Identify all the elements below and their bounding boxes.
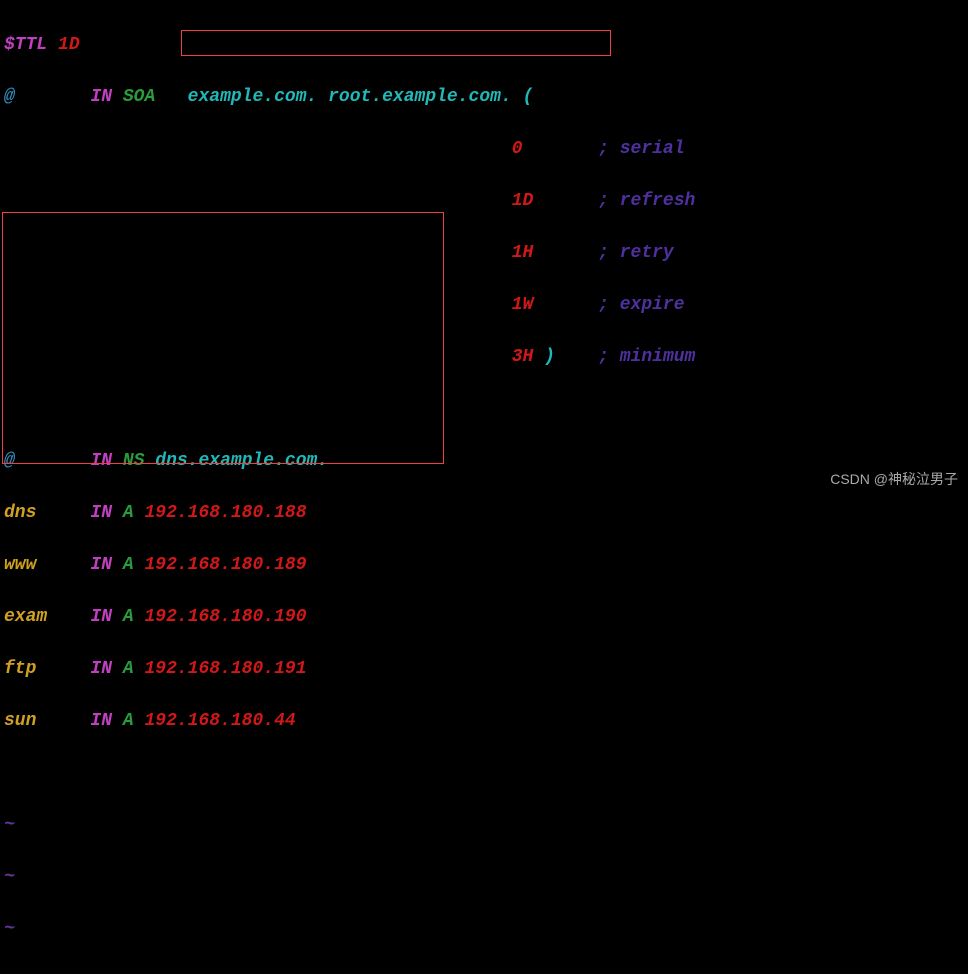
soa-retry-value: 1H bbox=[512, 243, 534, 263]
blank-line bbox=[4, 396, 964, 422]
soa-minimum-value: 3H bbox=[512, 347, 534, 367]
rec-name-2: www bbox=[4, 555, 36, 575]
soa-open-paren: ( bbox=[523, 87, 534, 107]
rec-value-4: 192.168.180.191 bbox=[144, 659, 306, 679]
rec-value-3: 192.168.180.190 bbox=[144, 607, 306, 627]
soa-type: SOA bbox=[123, 87, 155, 107]
vim-tilde: ~ bbox=[4, 812, 964, 838]
soa-rname: root.example.com. bbox=[328, 87, 512, 107]
soa-retry-comment: ; retry bbox=[598, 243, 674, 263]
soa-minimum-comment: ; minimum bbox=[598, 347, 695, 367]
rec-class-2: IN bbox=[90, 555, 112, 575]
a-record-exam: exam IN A 192.168.180.190 bbox=[4, 604, 964, 630]
ttl-directive: $TTL bbox=[4, 35, 47, 55]
rec-type-5: A bbox=[123, 711, 134, 731]
soa-param-refresh: 1D ; refresh bbox=[4, 188, 964, 214]
a-record-ftp: ftp IN A 192.168.180.191 bbox=[4, 656, 964, 682]
a-record-sun: sun IN A 192.168.180.44 bbox=[4, 708, 964, 734]
rec-name-3: exam bbox=[4, 607, 47, 627]
rec-name-5: sun bbox=[4, 711, 36, 731]
rec-value-0: dns.example.com. bbox=[155, 451, 328, 471]
soa-param-retry: 1H ; retry bbox=[4, 240, 964, 266]
rec-class-1: IN bbox=[90, 503, 112, 523]
vim-tilde: ~ bbox=[4, 864, 964, 890]
rec-value-5: 192.168.180.44 bbox=[144, 711, 295, 731]
ns-record: @ IN NS dns.example.com. bbox=[4, 448, 964, 474]
a-record-www: www IN A 192.168.180.189 bbox=[4, 552, 964, 578]
rec-class-4: IN bbox=[90, 659, 112, 679]
rec-name-0: @ bbox=[4, 451, 15, 471]
rec-value-2: 192.168.180.189 bbox=[144, 555, 306, 575]
soa-param-serial: 0 ; serial bbox=[4, 136, 964, 162]
rec-class-5: IN bbox=[90, 711, 112, 731]
rec-type-1: A bbox=[123, 503, 134, 523]
soa-param-minimum: 3H ) ; minimum bbox=[4, 344, 964, 370]
soa-param-expire: 1W ; expire bbox=[4, 292, 964, 318]
soa-refresh-value: 1D bbox=[512, 191, 534, 211]
ttl-line: $TTL 1D bbox=[4, 32, 964, 58]
soa-origin: @ bbox=[4, 87, 15, 107]
rec-type-3: A bbox=[123, 607, 134, 627]
soa-mname: example.com. bbox=[188, 87, 318, 107]
soa-line: @ IN SOA example.com. root.example.com. … bbox=[4, 84, 964, 110]
soa-serial-value: 0 bbox=[512, 139, 523, 159]
a-record-dns: dns IN A 192.168.180.188 bbox=[4, 500, 964, 526]
rec-value-1: 192.168.180.188 bbox=[144, 503, 306, 523]
rec-type-0: NS bbox=[123, 451, 145, 471]
rec-class-0: IN bbox=[90, 451, 112, 471]
soa-class: IN bbox=[90, 87, 112, 107]
soa-serial-comment: ; serial bbox=[598, 139, 684, 159]
soa-close-paren: ) bbox=[544, 347, 555, 367]
watermark-text: CSDN @神秘泣男子 bbox=[830, 466, 958, 492]
vim-tilde: ~ bbox=[4, 916, 964, 942]
rec-type-2: A bbox=[123, 555, 134, 575]
soa-refresh-comment: ; refresh bbox=[598, 191, 695, 211]
rec-class-3: IN bbox=[90, 607, 112, 627]
rec-name-1: dns bbox=[4, 503, 36, 523]
rec-type-4: A bbox=[123, 659, 134, 679]
blank-line-2 bbox=[4, 760, 964, 786]
soa-expire-value: 1W bbox=[512, 295, 534, 315]
soa-expire-comment: ; expire bbox=[598, 295, 684, 315]
rec-name-4: ftp bbox=[4, 659, 36, 679]
zone-file-editor[interactable]: $TTL 1D @ IN SOA example.com. root.examp… bbox=[0, 0, 968, 974]
ttl-value: 1D bbox=[58, 35, 80, 55]
